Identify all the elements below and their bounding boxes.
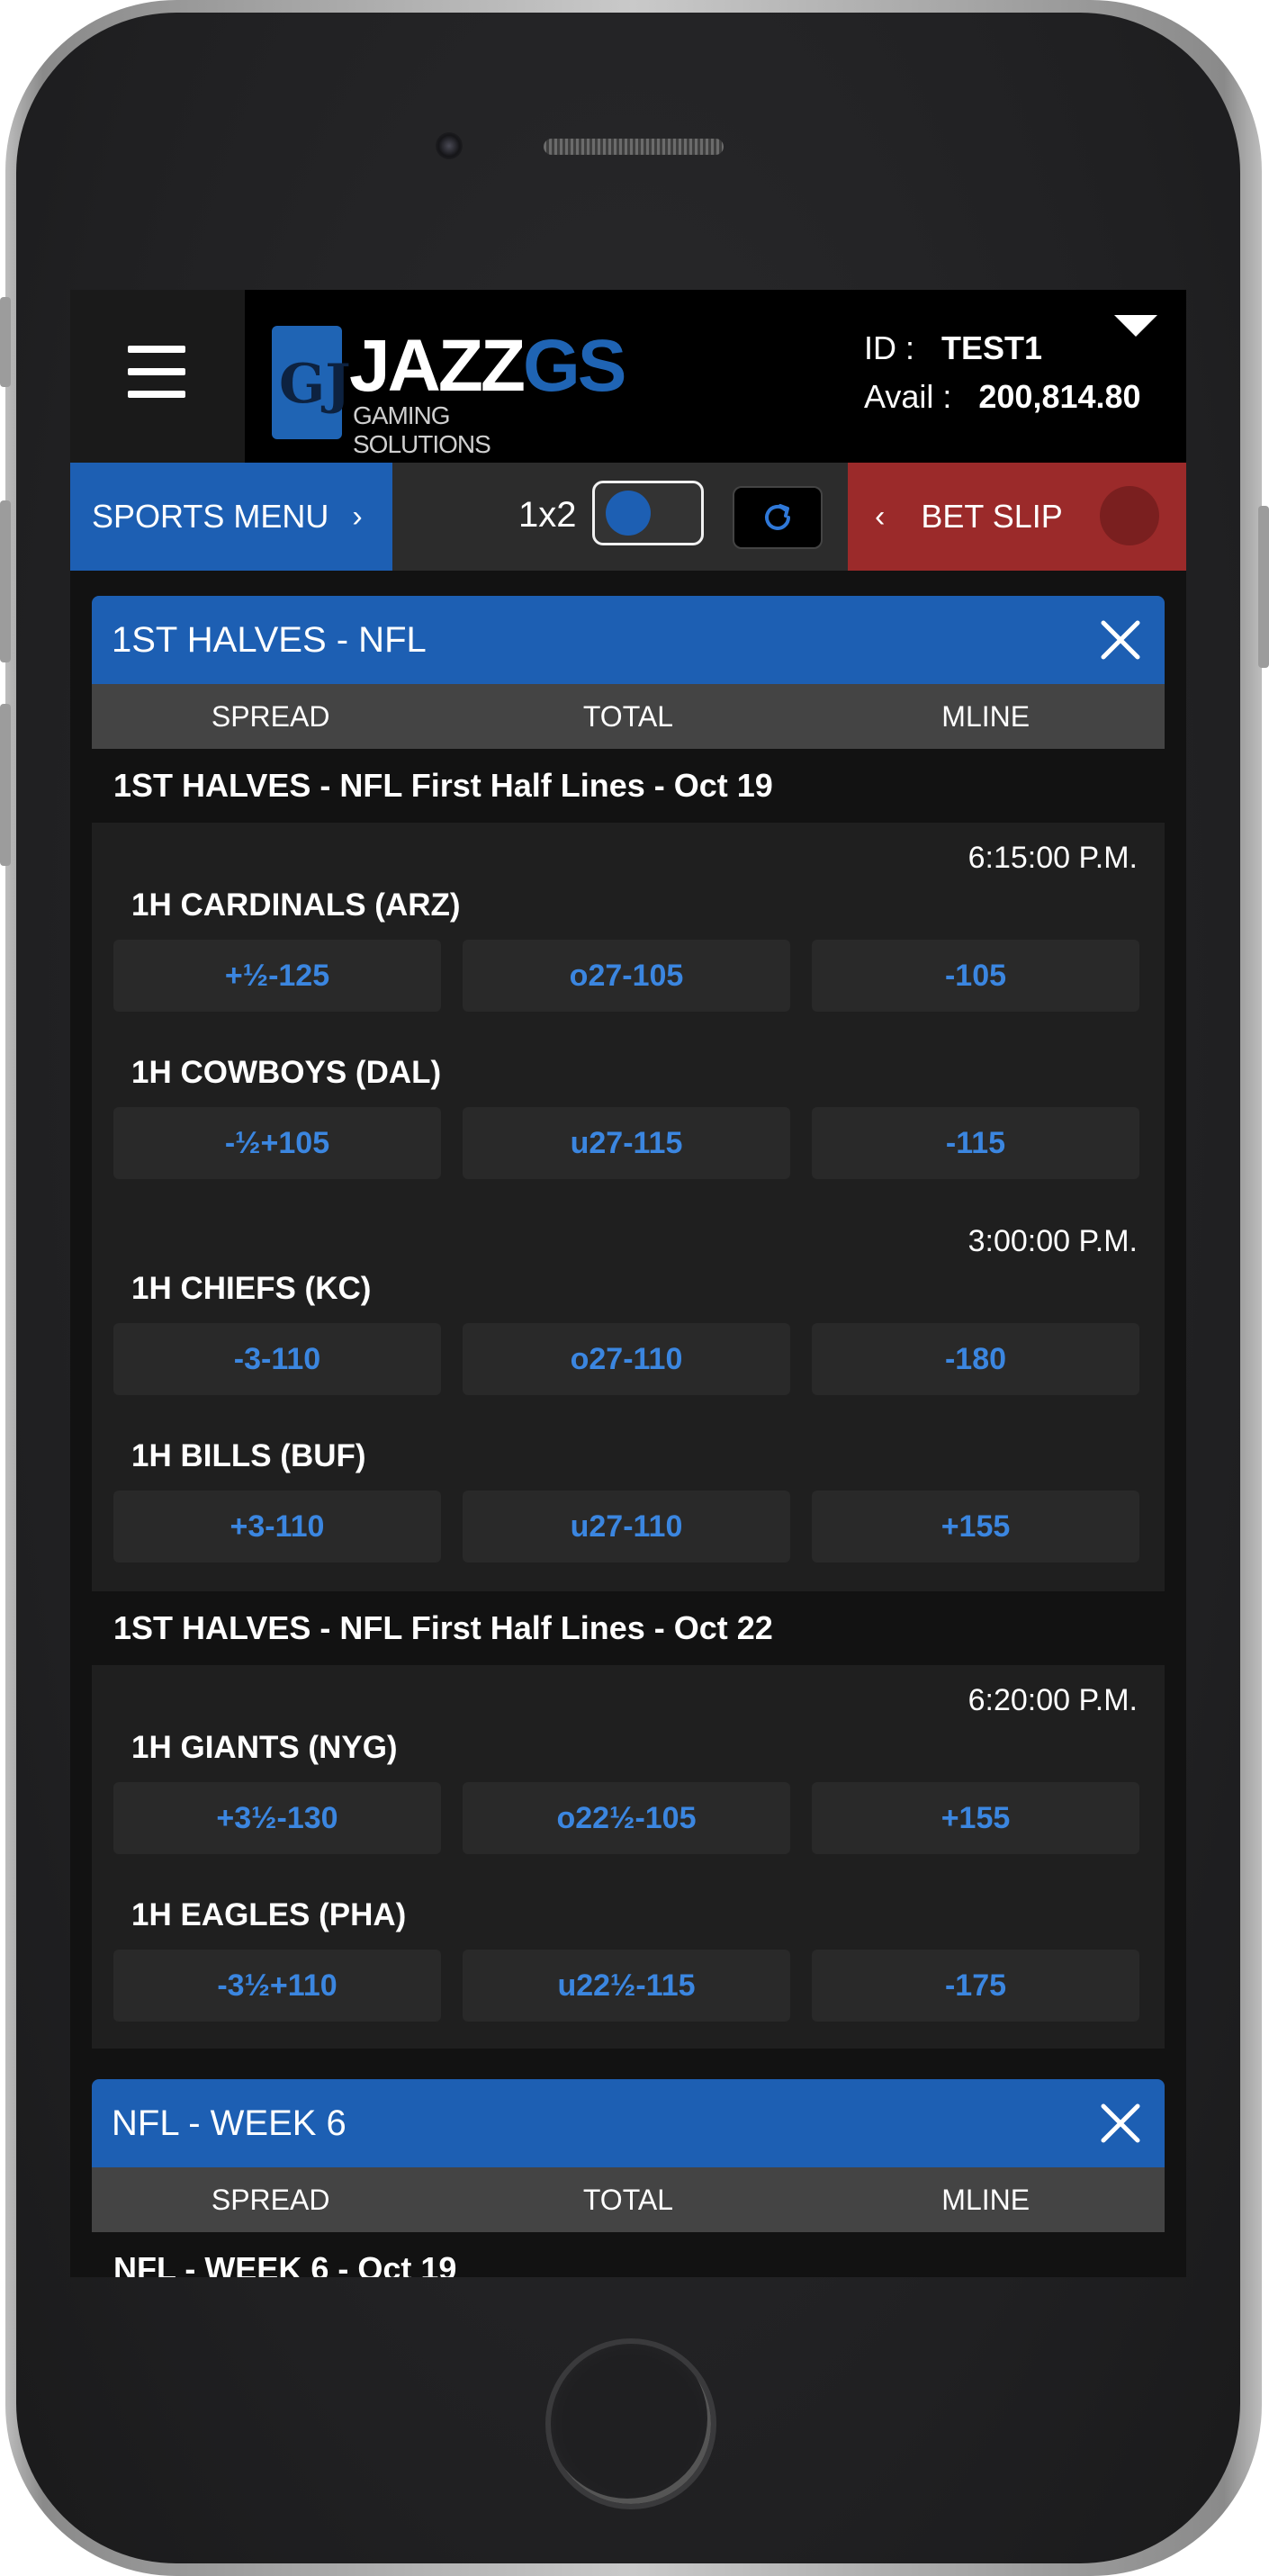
hamburger-menu-button[interactable] (70, 290, 245, 463)
account-id-value: TEST1 (941, 329, 1043, 366)
odds-button-total[interactable]: u27-115 (463, 1107, 790, 1179)
column-headers: SPREAD TOTAL MLINE (92, 684, 1165, 749)
odds-button-spread[interactable]: +3½-130 (113, 1782, 441, 1854)
section-header: NFL - WEEK 6 (92, 2079, 1165, 2167)
odds-button-total[interactable]: u27-110 (463, 1491, 790, 1563)
league-section: NFL - WEEK 6 SPREAD TOTAL MLINE NFL - WE… (92, 2079, 1165, 2277)
logo-mark-icon: GJ (272, 326, 351, 439)
available-balance-value: 200,814.80 (978, 378, 1141, 415)
group-title: NFL - WEEK 6 - Oct 19 (92, 2232, 1165, 2277)
top-bar: GJ JAZZGS GAMING SOLUTIONS ID : TEST1 Ava… (70, 290, 1186, 463)
section-header: 1ST HALVES - NFL (92, 596, 1165, 684)
refresh-button[interactable] (733, 486, 823, 549)
odds-button-total[interactable]: o27-105 (463, 940, 790, 1012)
phone-volume-down-button (0, 704, 11, 866)
game-block: 6:20:00 P.M. 1H GIANTS (NYG) +3½-130 o22… (92, 1665, 1165, 2049)
hamburger-icon (128, 346, 185, 400)
sports-menu-label: SPORTS MENU (92, 498, 329, 535)
game-time: 6:15:00 P.M. (968, 841, 1138, 875)
odds-row: -3-110 o27-110 -180 (113, 1323, 1139, 1395)
phone-power-button (1258, 506, 1269, 668)
team-name: 1H BILLS (BUF) (131, 1438, 366, 1473)
odds-button-mline[interactable]: -180 (812, 1323, 1139, 1395)
column-header-total: TOTAL (582, 2183, 673, 2216)
home-button[interactable] (545, 2338, 716, 2509)
app-screen: GJ JAZZGS GAMING SOLUTIONS ID : TEST1 Ava… (70, 290, 1186, 2277)
bet-slip-label: BET SLIP (921, 498, 1063, 535)
odds-button-total[interactable]: o22½-105 (463, 1782, 790, 1854)
game-time: 3:00:00 P.M. (968, 1224, 1138, 1258)
team-name: 1H GIANTS (NYG) (131, 1730, 398, 1765)
odds-button-spread[interactable]: +½-125 (113, 940, 441, 1012)
odds-row: -½+105 u27-115 -115 (113, 1107, 1139, 1179)
column-header-spread: SPREAD (211, 699, 330, 733)
chevron-left-icon: ‹ (875, 499, 886, 534)
section-title: 1ST HALVES - NFL (112, 620, 427, 660)
logo-wordmark: JAZZGS (349, 325, 626, 407)
odds-button-total[interactable]: u22½-115 (463, 1950, 790, 2022)
odds-button-spread[interactable]: -3½+110 (113, 1950, 441, 2022)
game-block: 3:00:00 P.M. 1H CHIEFS (KC) -3-110 o27-1… (92, 1206, 1165, 1591)
odds-button-mline[interactable]: +155 (812, 1491, 1139, 1563)
front-camera (436, 132, 463, 159)
earpiece-speaker (544, 139, 724, 155)
game-time: 6:20:00 P.M. (968, 1683, 1138, 1717)
odds-row: +½-125 o27-105 -105 (113, 940, 1139, 1012)
column-header-mline: MLINE (941, 2183, 1030, 2216)
close-icon[interactable] (1098, 2101, 1143, 2146)
sports-menu-button[interactable]: SPORTS MENU › (70, 463, 392, 571)
odds-button-spread[interactable]: -3-110 (113, 1323, 441, 1395)
odds-button-mline[interactable]: -175 (812, 1950, 1139, 2022)
odds-button-spread[interactable]: -½+105 (113, 1107, 441, 1179)
logo-subtitle: GAMING SOLUTIONS (353, 401, 491, 458)
bet-slip-count-badge (1100, 486, 1159, 545)
odds-format-toggle[interactable] (592, 481, 704, 545)
odds-button-spread[interactable]: +3-110 (113, 1491, 441, 1563)
group-title: 1ST HALVES - NFL First Half Lines - Oct … (92, 749, 1165, 823)
column-header-total: TOTAL (582, 699, 673, 733)
league-section: 1ST HALVES - NFL SPREAD TOTAL MLINE 1ST … (92, 596, 1165, 2049)
account-id-label: ID : (864, 329, 915, 366)
team-name: 1H CARDINALS (ARZ) (131, 887, 461, 923)
column-header-mline: MLINE (941, 699, 1030, 733)
close-icon[interactable] (1098, 617, 1143, 662)
toolbar: SPORTS MENU › 1x2 ‹ BET SLIP (70, 463, 1186, 571)
group-title: 1ST HALVES - NFL First Half Lines - Oct … (92, 1591, 1165, 1665)
team-name: 1H COWBOYS (DAL) (131, 1055, 442, 1090)
odds-row: -3½+110 u22½-115 -175 (113, 1950, 1139, 2022)
column-headers: SPREAD TOTAL MLINE (92, 2167, 1165, 2232)
refresh-icon (765, 504, 790, 530)
odds-button-mline[interactable]: +155 (812, 1782, 1139, 1854)
odds-row: +3-110 u27-110 +155 (113, 1491, 1139, 1563)
section-title: NFL - WEEK 6 (112, 2103, 346, 2143)
team-name: 1H CHIEFS (KC) (131, 1271, 372, 1306)
account-dropdown-icon[interactable] (1114, 315, 1157, 337)
available-balance-label: Avail : (864, 378, 952, 415)
game-block: 6:15:00 P.M. 1H CARDINALS (ARZ) +½-125 o… (92, 823, 1165, 1206)
phone-volume-up-button (0, 500, 11, 662)
bet-slip-button[interactable]: ‹ BET SLIP (848, 463, 1186, 571)
odds-format-label: 1x2 (518, 495, 577, 535)
team-name: 1H EAGLES (PHA) (131, 1897, 407, 1932)
brand-logo: GJ JAZZGS GAMING SOLUTIONS (272, 317, 626, 458)
phone-silent-switch (0, 297, 11, 387)
odds-button-total[interactable]: o27-110 (463, 1323, 790, 1395)
odds-button-mline[interactable]: -115 (812, 1107, 1139, 1179)
odds-button-mline[interactable]: -105 (812, 940, 1139, 1012)
account-info: ID : TEST1 Avail : 200,814.80 (864, 329, 1141, 427)
chevron-right-icon: › (352, 499, 363, 534)
odds-row: +3½-130 o22½-105 +155 (113, 1782, 1139, 1854)
column-header-spread: SPREAD (211, 2183, 330, 2216)
